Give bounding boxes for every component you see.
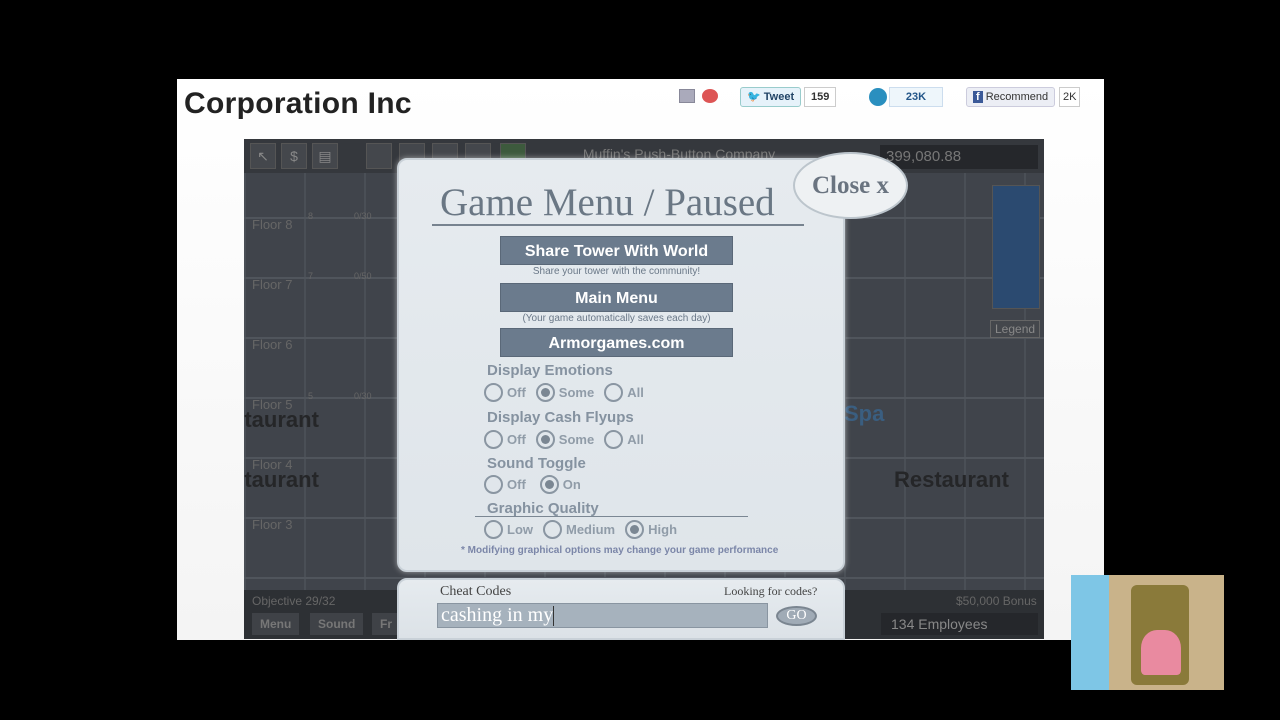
- emotions-some-radio[interactable]: [535, 383, 555, 402]
- heart-icon[interactable]: [702, 89, 718, 103]
- restaurant-sign: Restaurant: [244, 467, 319, 492]
- share-subtitle: Share your tower with the community!: [532, 266, 701, 277]
- fr-button[interactable]: Fr: [372, 613, 400, 635]
- option-label: High: [648, 522, 678, 537]
- video-overlay: [1071, 575, 1224, 690]
- quality-options: Low Medium High: [484, 520, 687, 539]
- stumbleupon-icon[interactable]: [869, 88, 887, 106]
- main-menu-button[interactable]: Main Menu: [500, 283, 733, 312]
- recommend-count: 2K: [1059, 87, 1081, 107]
- floor-label: Floor 3: [252, 517, 293, 532]
- close-button[interactable]: Close x: [793, 152, 908, 219]
- room-capacity: 0/30: [354, 211, 372, 221]
- option-label: Low: [507, 522, 533, 537]
- cheat-code-value: cashing in my: [441, 604, 554, 626]
- menu-title: Game Menu / Paused: [440, 181, 775, 224]
- room-capacity: 0/50: [354, 271, 372, 281]
- title-divider: [432, 224, 804, 226]
- info-tool-button[interactable]: ▤: [312, 143, 338, 169]
- main-menu-subtitle: (Your game automatically saves each day): [522, 313, 711, 324]
- quality-medium-radio[interactable]: [543, 520, 562, 539]
- graphic-quality-label: Graphic Quality: [487, 500, 599, 517]
- room-number: 8: [308, 211, 314, 221]
- hire-button[interactable]: [366, 143, 392, 169]
- restaurant-sign: Restaurant: [894, 467, 1009, 492]
- floor-label: Floor 7: [252, 277, 293, 292]
- sound-options: Off On: [484, 475, 591, 494]
- cheat-code-input[interactable]: cashing in my: [437, 603, 768, 628]
- share-tower-button[interactable]: Share Tower With World: [500, 236, 733, 265]
- option-label: Off: [507, 432, 526, 447]
- spa-sign: Spa: [844, 401, 885, 426]
- quality-divider: [475, 516, 748, 517]
- sound-off-radio[interactable]: [484, 475, 503, 494]
- sound-button[interactable]: Sound: [310, 613, 364, 635]
- option-label: Off: [507, 385, 526, 400]
- option-label: All: [627, 432, 644, 447]
- option-label: Some: [558, 385, 595, 400]
- sound-toggle-label: Sound Toggle: [487, 455, 586, 472]
- cash-off-radio[interactable]: [484, 430, 503, 449]
- email-icon[interactable]: [679, 89, 695, 103]
- objective-text: Objective 29/32: [252, 594, 336, 608]
- cash-flyups-options: Off Some All: [484, 430, 654, 449]
- recommend-label: Recommend: [985, 91, 1049, 103]
- tweet-label: Tweet: [763, 91, 795, 103]
- emotions-off-radio[interactable]: [484, 383, 503, 402]
- tweet-button[interactable]: 🐦 Tweet: [740, 87, 802, 107]
- option-label: Medium: [566, 522, 616, 537]
- emotions-options: Off Some All: [484, 383, 654, 402]
- looking-for-codes-link[interactable]: Looking for codes?: [724, 584, 817, 599]
- money-display: 399,080.88: [880, 145, 1038, 169]
- cash-some-radio[interactable]: [535, 430, 555, 449]
- graphics-note: * Modifying graphical options may change…: [461, 545, 779, 556]
- emotions-all-radio[interactable]: [604, 383, 624, 402]
- money-tool-button[interactable]: $: [281, 143, 307, 169]
- facebook-icon: f: [973, 91, 983, 103]
- legend-button[interactable]: Legend: [990, 320, 1041, 338]
- option-label: On: [562, 477, 581, 492]
- room-capacity: 0/30: [354, 391, 372, 401]
- floor-label: Floor 8: [252, 217, 293, 232]
- character-image: [1141, 630, 1181, 675]
- text-caret: [553, 606, 555, 627]
- room-number: 5: [308, 391, 314, 401]
- quality-low-radio[interactable]: [484, 520, 503, 539]
- armorgames-button[interactable]: Armorgames.com: [500, 328, 733, 357]
- recommend-button[interactable]: f Recommend: [966, 87, 1056, 107]
- go-button[interactable]: GO: [776, 606, 817, 626]
- floor-label: Floor 6: [252, 337, 293, 352]
- minimap[interactable]: [992, 185, 1040, 309]
- menu-button[interactable]: Menu: [252, 613, 300, 635]
- room-number: 7: [308, 271, 314, 281]
- select-tool-button[interactable]: ↖: [250, 143, 276, 169]
- stumble-count: 23K: [889, 87, 943, 107]
- option-label: Some: [558, 432, 595, 447]
- emotions-label: Display Emotions: [487, 362, 613, 379]
- sound-on-radio[interactable]: [539, 475, 559, 494]
- bonus-text: $50,000 Bonus: [956, 594, 1037, 608]
- cash-flyups-label: Display Cash Flyups: [487, 409, 634, 426]
- cheat-codes-label: Cheat Codes: [440, 584, 512, 599]
- quality-high-radio[interactable]: [625, 520, 645, 539]
- option-label: All: [627, 385, 644, 400]
- restaurant-sign: Restaurant: [244, 407, 319, 432]
- site-title: Corporation Inc: [184, 87, 412, 120]
- cash-all-radio[interactable]: [604, 430, 624, 449]
- option-label: Off: [507, 477, 526, 492]
- tweet-count: 159: [804, 87, 837, 107]
- employee-count: 134 Employees: [881, 613, 1038, 635]
